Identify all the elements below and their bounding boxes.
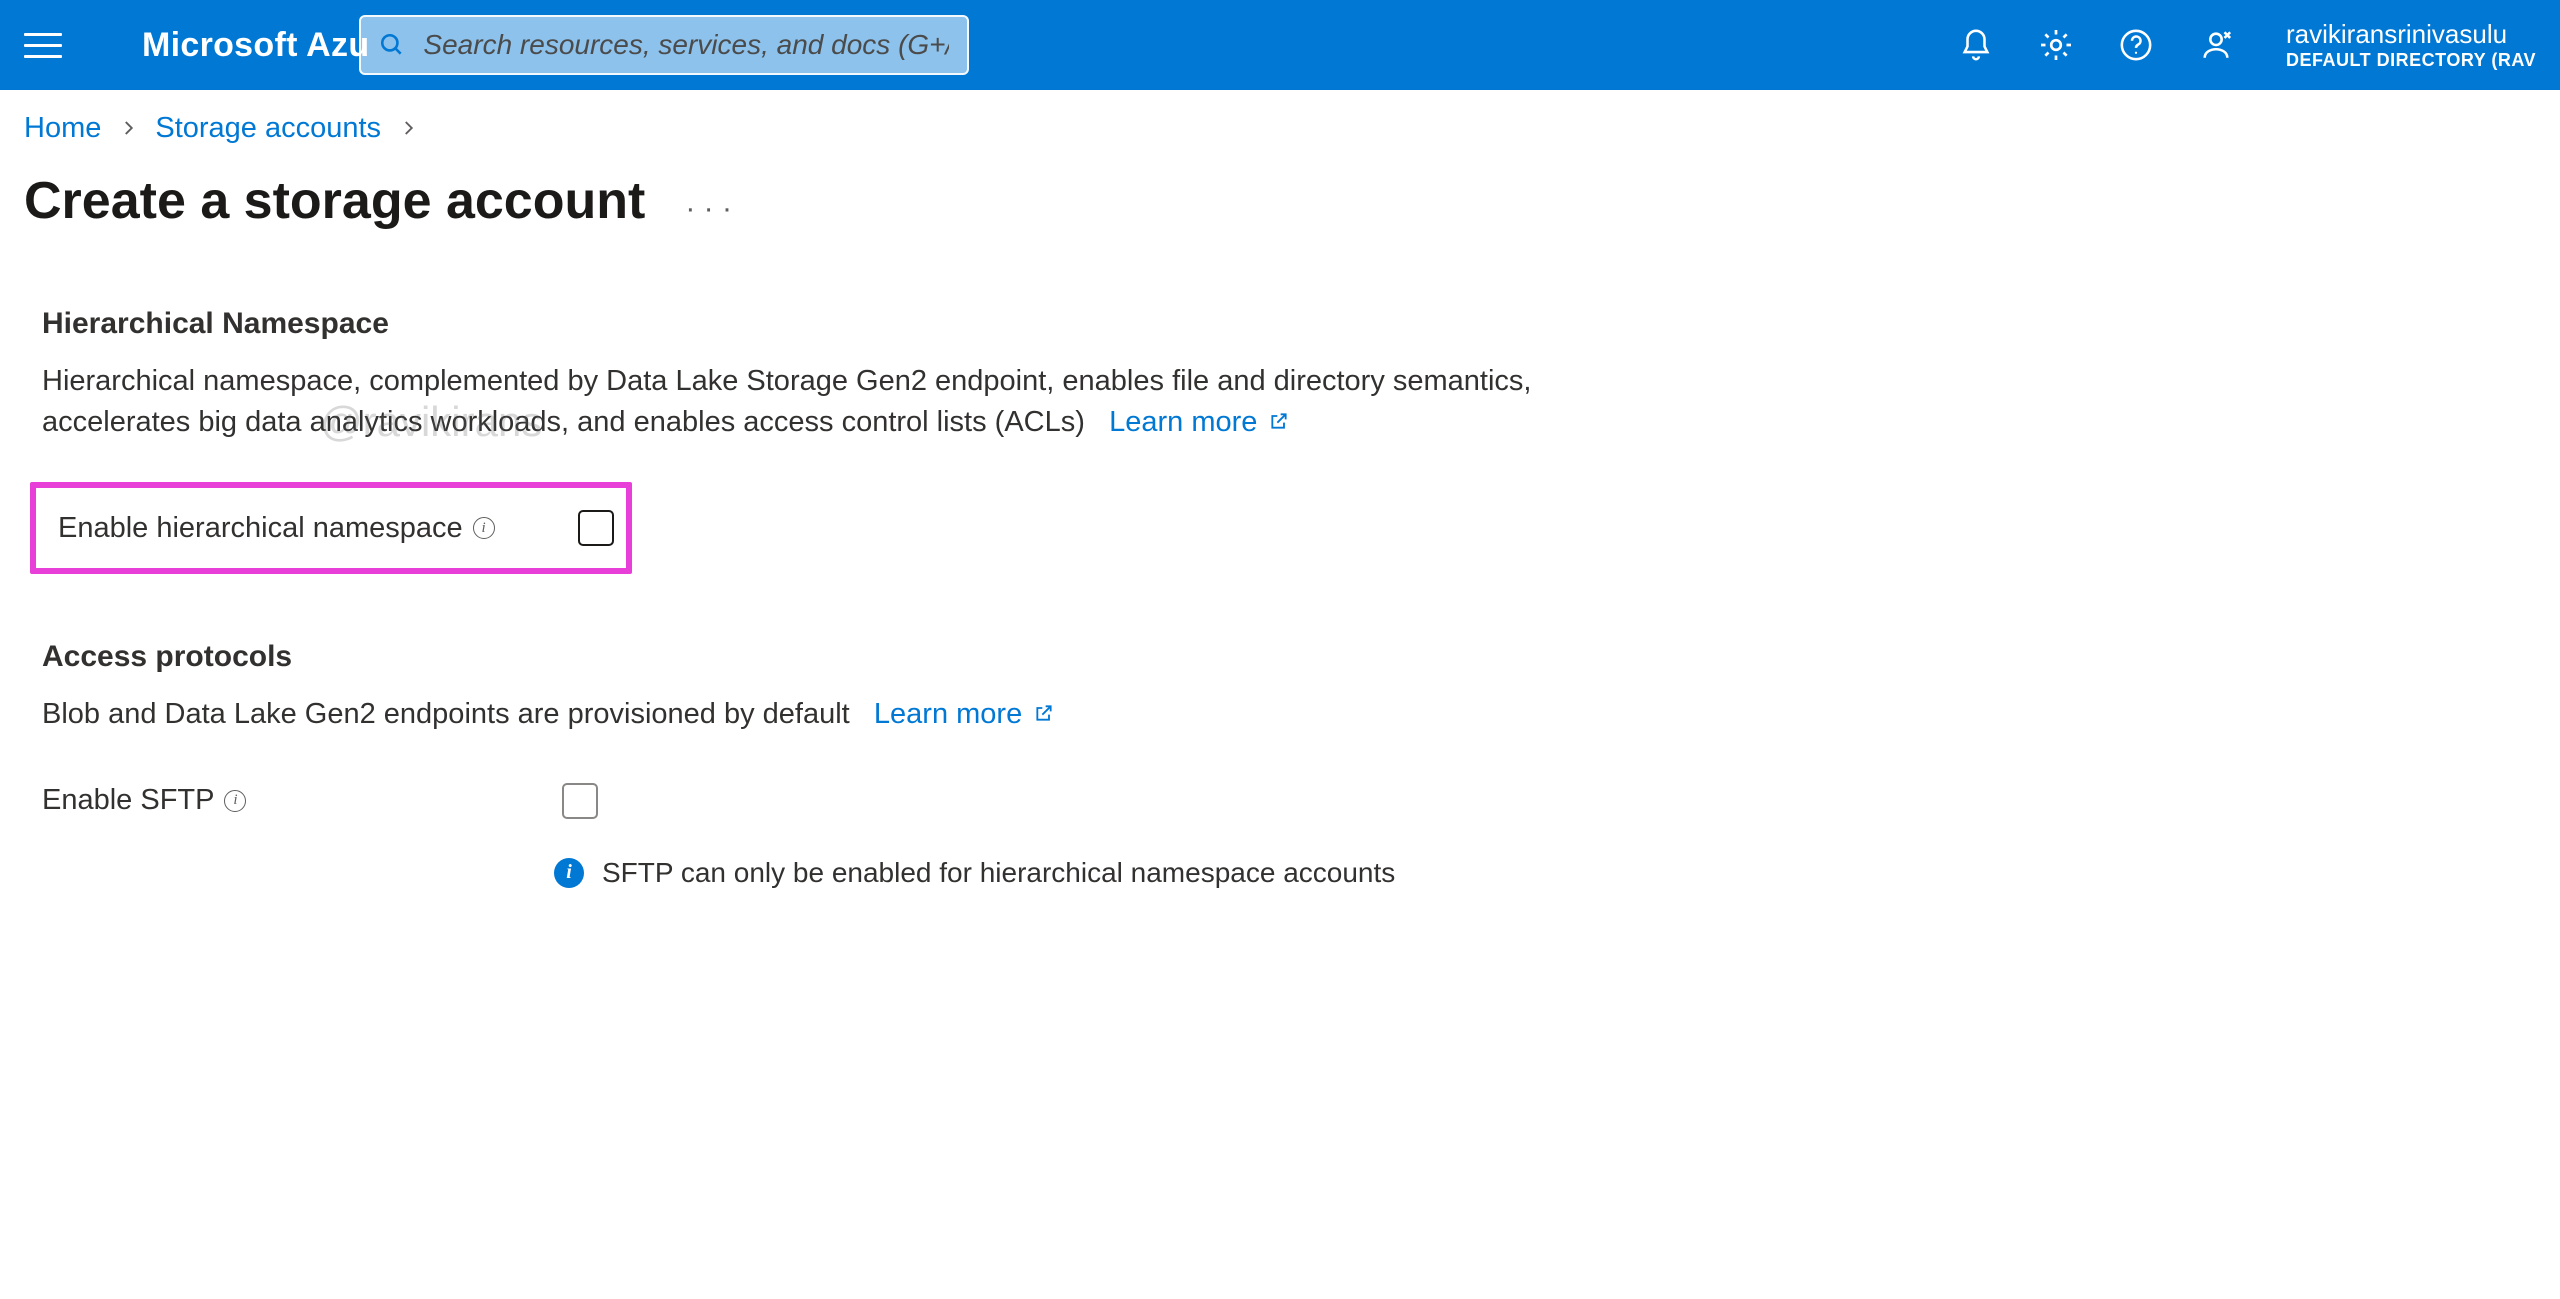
- brand-logo[interactable]: Microsoft Azu: [82, 26, 369, 65]
- more-actions-icon[interactable]: · · ·: [685, 192, 732, 266]
- info-icon[interactable]: i: [224, 790, 246, 812]
- feedback-icon[interactable]: [2186, 15, 2246, 75]
- enable-hns-label: Enable hierarchical namespace: [58, 512, 463, 545]
- enable-sftp-checkbox[interactable]: [562, 783, 598, 819]
- external-link-icon: [1269, 411, 1289, 431]
- external-link-icon: [1034, 703, 1054, 723]
- breadcrumb-home[interactable]: Home: [24, 112, 101, 145]
- account-directory: DEFAULT DIRECTORY (RAV: [2286, 50, 2536, 71]
- enable-hns-highlight: Enable hierarchical namespace i: [30, 482, 632, 574]
- hierarchical-desc: Hierarchical namespace, complemented by …: [42, 361, 1542, 442]
- access-heading: Access protocols: [42, 640, 2536, 674]
- access-desc: Blob and Data Lake Gen2 endpoints are pr…: [42, 694, 1542, 735]
- page-title: Create a storage account: [24, 171, 645, 231]
- enable-sftp-label: Enable SFTP: [42, 784, 214, 817]
- info-icon[interactable]: i: [473, 517, 495, 539]
- global-search[interactable]: [359, 15, 969, 75]
- top-navbar: Microsoft Azu ravikiransrinivas: [0, 0, 2560, 90]
- account-name: ravikiransrinivasulu: [2286, 20, 2507, 50]
- account-menu[interactable]: ravikiransrinivasulu DEFAULT DIRECTORY (…: [2266, 20, 2536, 71]
- settings-icon[interactable]: [2026, 15, 2086, 75]
- breadcrumb-storage-accounts[interactable]: Storage accounts: [155, 112, 381, 145]
- notifications-icon[interactable]: [1946, 15, 2006, 75]
- breadcrumb: Home Storage accounts: [24, 112, 2536, 145]
- enable-hns-checkbox[interactable]: [578, 510, 614, 546]
- help-icon[interactable]: [2106, 15, 2166, 75]
- search-input[interactable]: [423, 29, 949, 61]
- chevron-right-icon: [119, 112, 137, 145]
- hierarchical-heading: Hierarchical Namespace: [42, 307, 2536, 341]
- hierarchical-learn-more-link[interactable]: Learn more: [1109, 406, 1289, 438]
- info-filled-icon: i: [554, 858, 584, 888]
- sftp-info-note: i SFTP can only be enabled for hierarchi…: [554, 857, 2536, 889]
- chevron-right-icon: [399, 112, 417, 145]
- access-learn-more-link[interactable]: Learn more: [874, 698, 1054, 730]
- page-body: Home Storage accounts Create a storage a…: [0, 90, 2560, 969]
- search-icon: [379, 32, 405, 58]
- menu-icon[interactable]: [24, 26, 62, 64]
